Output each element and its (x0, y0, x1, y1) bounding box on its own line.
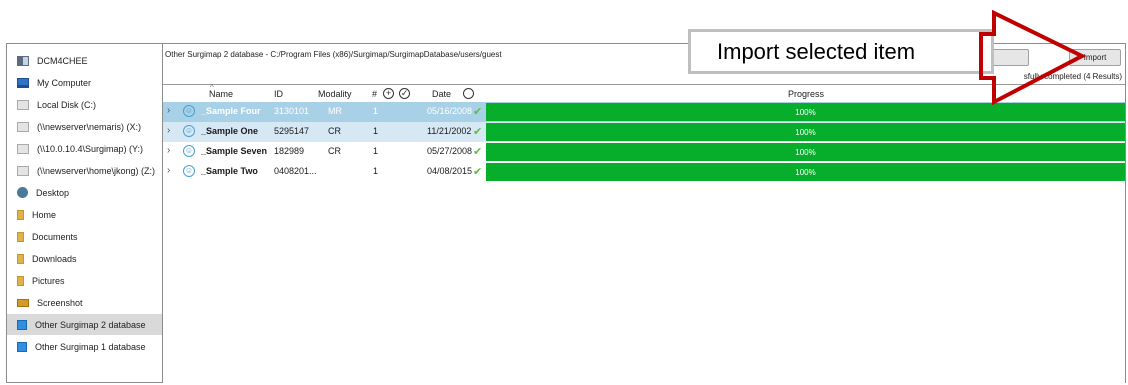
red-arrow-annotation (979, 9, 1087, 106)
arrow-shape (979, 9, 1087, 106)
